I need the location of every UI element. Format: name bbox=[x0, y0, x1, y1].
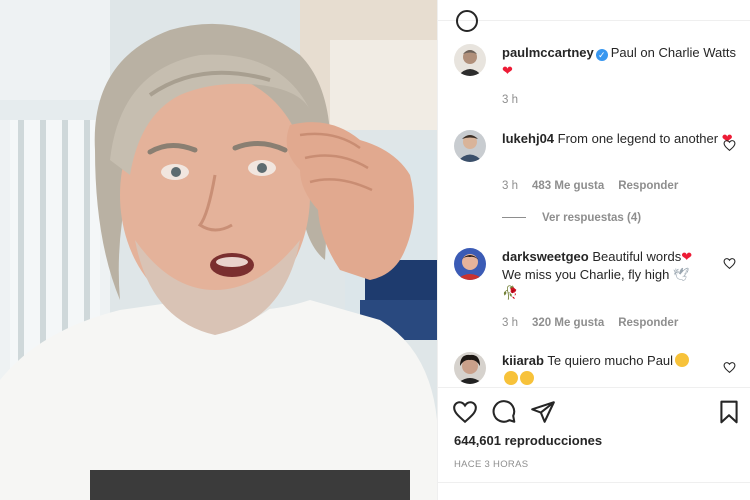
comment-meta: 3 h 320 Me gusta Responder bbox=[502, 317, 692, 329]
reply-button[interactable]: Responder bbox=[618, 317, 678, 329]
video-frame bbox=[0, 0, 437, 500]
comment-bubble-icon[interactable] bbox=[491, 399, 517, 425]
paper-plane-icon[interactable] bbox=[530, 399, 556, 425]
post-side-panel: paulmccartney ✓ Paul on Charlie Watts ❤ 3 … bbox=[437, 0, 750, 500]
comment-like-icon[interactable] bbox=[723, 139, 736, 152]
crying-face-emoji bbox=[520, 371, 534, 385]
crying-face-emoji bbox=[675, 353, 690, 367]
comment-meta: 3 h 483 Me gusta Responder bbox=[502, 180, 692, 192]
caption-meta: 3 h bbox=[502, 94, 532, 106]
comment-input-divider bbox=[438, 482, 750, 483]
comment-text: lukehj04 From one legend to another ❤ bbox=[502, 130, 738, 148]
bookmark-icon[interactable] bbox=[716, 399, 742, 425]
view-replies-label: Ver respuestas (4) bbox=[542, 212, 642, 224]
comment-likes[interactable]: 483 Me gusta bbox=[532, 180, 604, 192]
heart-emoji: ❤ bbox=[502, 63, 513, 78]
video-player[interactable] bbox=[0, 0, 437, 500]
comment-text: darksweetgeo Beautiful words❤ We miss yo… bbox=[502, 248, 738, 302]
views-count[interactable]: 644,601 reproducciones bbox=[454, 433, 602, 448]
comment-body: Te quiero mucho Paul bbox=[547, 353, 674, 368]
heart-outline-icon[interactable] bbox=[452, 399, 478, 425]
comment-body-line2: We miss you Charlie, fly high bbox=[502, 267, 670, 282]
comment-likes[interactable]: 320 Me gusta bbox=[532, 317, 604, 329]
comment-username[interactable]: kiiarab bbox=[502, 353, 544, 368]
view-replies-button[interactable]: Ver respuestas (4) bbox=[502, 212, 641, 224]
caption-time: 3 h bbox=[502, 94, 518, 106]
dove-emoji: 🕊 bbox=[673, 267, 690, 282]
comment-like-icon[interactable] bbox=[723, 361, 736, 374]
post-timestamp: HACE 3 HORAS bbox=[454, 459, 529, 470]
actions-divider bbox=[438, 387, 750, 388]
caption-username[interactable]: paulmccartney bbox=[502, 45, 594, 60]
header-divider bbox=[438, 10, 750, 32]
caption-body: Paul on Charlie Watts bbox=[610, 45, 737, 60]
header-avatar-ring[interactable] bbox=[456, 10, 478, 32]
wilted-rose-emoji: 🥀 bbox=[502, 285, 519, 300]
crying-face-emoji bbox=[504, 371, 518, 385]
post-actions bbox=[452, 399, 742, 427]
caption-text: paulmccartney ✓ Paul on Charlie Watts ❤ bbox=[502, 44, 738, 80]
comment-time: 3 h bbox=[502, 317, 518, 329]
caption-avatar[interactable] bbox=[454, 44, 486, 76]
reply-button[interactable]: Responder bbox=[618, 180, 678, 192]
comment-body: From one legend to another bbox=[557, 131, 719, 146]
comment-avatar[interactable] bbox=[454, 248, 486, 280]
comment-username[interactable]: darksweetgeo bbox=[502, 249, 589, 264]
verified-badge-icon: ✓ bbox=[595, 49, 608, 61]
replies-dash bbox=[502, 217, 526, 219]
comment-like-icon[interactable] bbox=[723, 257, 736, 270]
comment-username[interactable]: lukehj04 bbox=[502, 131, 554, 146]
comment-avatar[interactable] bbox=[454, 352, 486, 384]
comment-time: 3 h bbox=[502, 180, 518, 192]
comment-avatar[interactable] bbox=[454, 130, 486, 162]
comment-body: Beautiful words bbox=[592, 249, 682, 264]
heart-emoji: ❤ bbox=[681, 249, 693, 264]
comment-text: kiiarab Te quiero mucho Paul bbox=[502, 352, 738, 388]
